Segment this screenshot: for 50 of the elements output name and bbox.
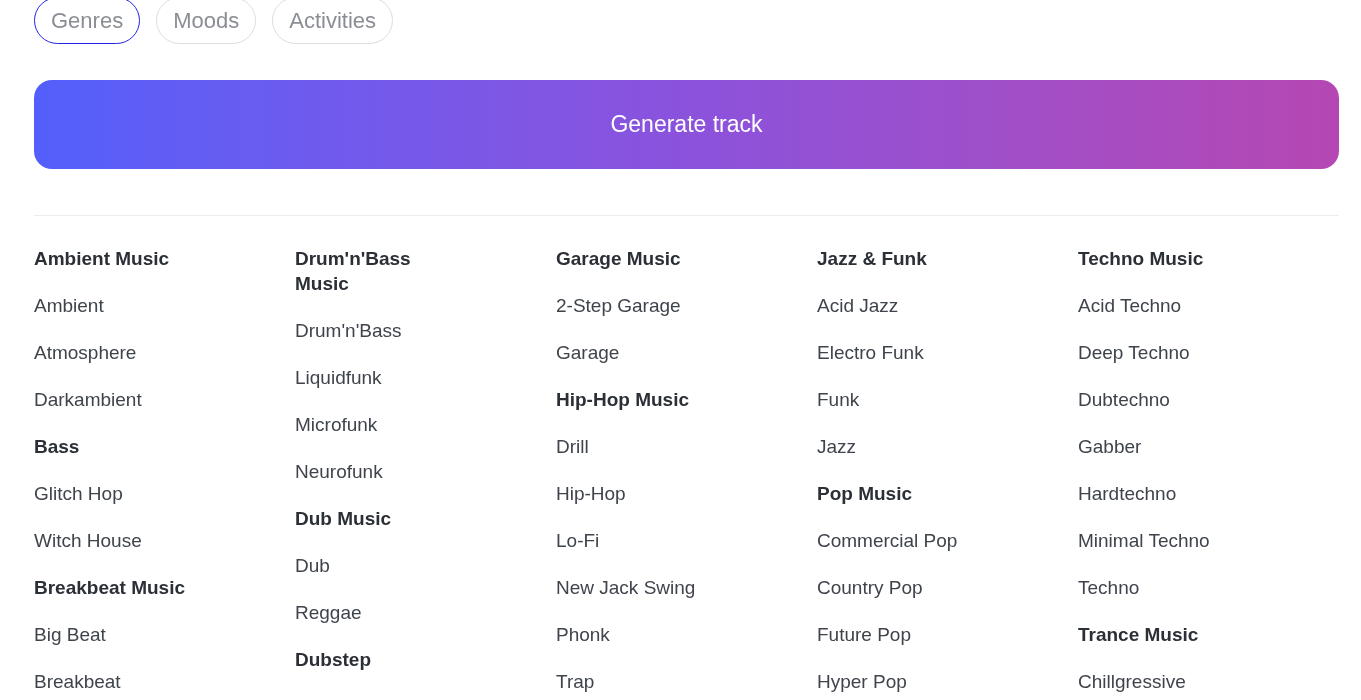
genre-link[interactable]: Hyper Pop — [817, 669, 907, 694]
genre-link[interactable]: Future Pop — [817, 622, 911, 647]
genre-link[interactable]: Atmosphere — [34, 340, 137, 365]
genre-link[interactable]: Funk — [817, 387, 860, 412]
genre-link[interactable]: New Jack Swing — [556, 575, 696, 600]
genre-link[interactable]: Chillgressive — [1078, 669, 1186, 694]
genre-link[interactable]: Big Beat — [34, 622, 106, 647]
genre-link[interactable]: Minimal Techno — [1078, 528, 1210, 553]
genre-link[interactable]: Lo-Fi — [556, 528, 600, 553]
genre-link[interactable]: Ambient — [34, 293, 104, 318]
genre-category-heading: Breakbeat Music — [34, 576, 185, 600]
generate-track-button[interactable]: Generate track — [34, 80, 1339, 169]
genre-link[interactable]: Gabber — [1078, 434, 1142, 459]
genre-link[interactable]: Dub — [295, 553, 330, 578]
genre-link[interactable]: Glitch Hop — [34, 481, 123, 506]
genre-link[interactable]: Liquidfunk — [295, 365, 382, 390]
genre-link[interactable]: Darkambient — [34, 387, 142, 412]
genre-link[interactable]: Acid Techno — [1078, 293, 1182, 318]
genre-category-heading: Pop Music — [817, 482, 912, 506]
genre-category-heading: Dubstep — [295, 648, 371, 672]
genre-category-heading: Trance Music — [1078, 623, 1199, 647]
genre-link[interactable]: Country Pop — [817, 575, 923, 600]
genre-link[interactable]: Drum'n'Bass — [295, 318, 402, 343]
genre-link[interactable]: Garage — [556, 340, 620, 365]
genre-link[interactable]: Jazz — [817, 434, 857, 459]
genre-category-heading: Garage Music — [556, 247, 681, 271]
genre-link[interactable]: Hardtechno — [1078, 481, 1177, 506]
genre-link[interactable]: Neurofunk — [295, 459, 383, 484]
genre-link[interactable]: Breakbeat — [34, 669, 121, 694]
genre-link[interactable]: 2-Step Garage — [556, 293, 681, 318]
genre-category-heading: Bass — [34, 435, 80, 459]
genre-category-heading: Dub Music — [295, 507, 392, 531]
genre-link[interactable]: Drill — [556, 434, 589, 459]
genre-link[interactable]: Trap — [556, 669, 595, 694]
genre-link[interactable]: Phonk — [556, 622, 610, 647]
genre-link[interactable]: Hip-Hop — [556, 481, 626, 506]
genre-category-heading: Jazz & Funk — [817, 247, 927, 271]
genre-link[interactable]: Electro Funk — [817, 340, 924, 365]
genre-link[interactable]: Techno — [1078, 575, 1140, 600]
genre-category-heading: Ambient Music — [34, 247, 170, 271]
genre-link[interactable]: Dubtechno — [1078, 387, 1170, 412]
genre-category-heading: Drum'n'Bass Music — [295, 247, 412, 296]
genre-link[interactable]: Commercial Pop — [817, 528, 958, 553]
genre-link[interactable]: Acid Jazz — [817, 293, 899, 318]
genre-link[interactable]: Witch House — [34, 528, 142, 553]
genre-link[interactable]: Microfunk — [295, 412, 378, 437]
genre-category-heading: Hip-Hop Music — [556, 388, 689, 412]
genre-link[interactable]: Deep Techno — [1078, 340, 1190, 365]
genre-category-heading: Techno Music — [1078, 247, 1204, 271]
genre-link[interactable]: Reggae — [295, 600, 362, 625]
